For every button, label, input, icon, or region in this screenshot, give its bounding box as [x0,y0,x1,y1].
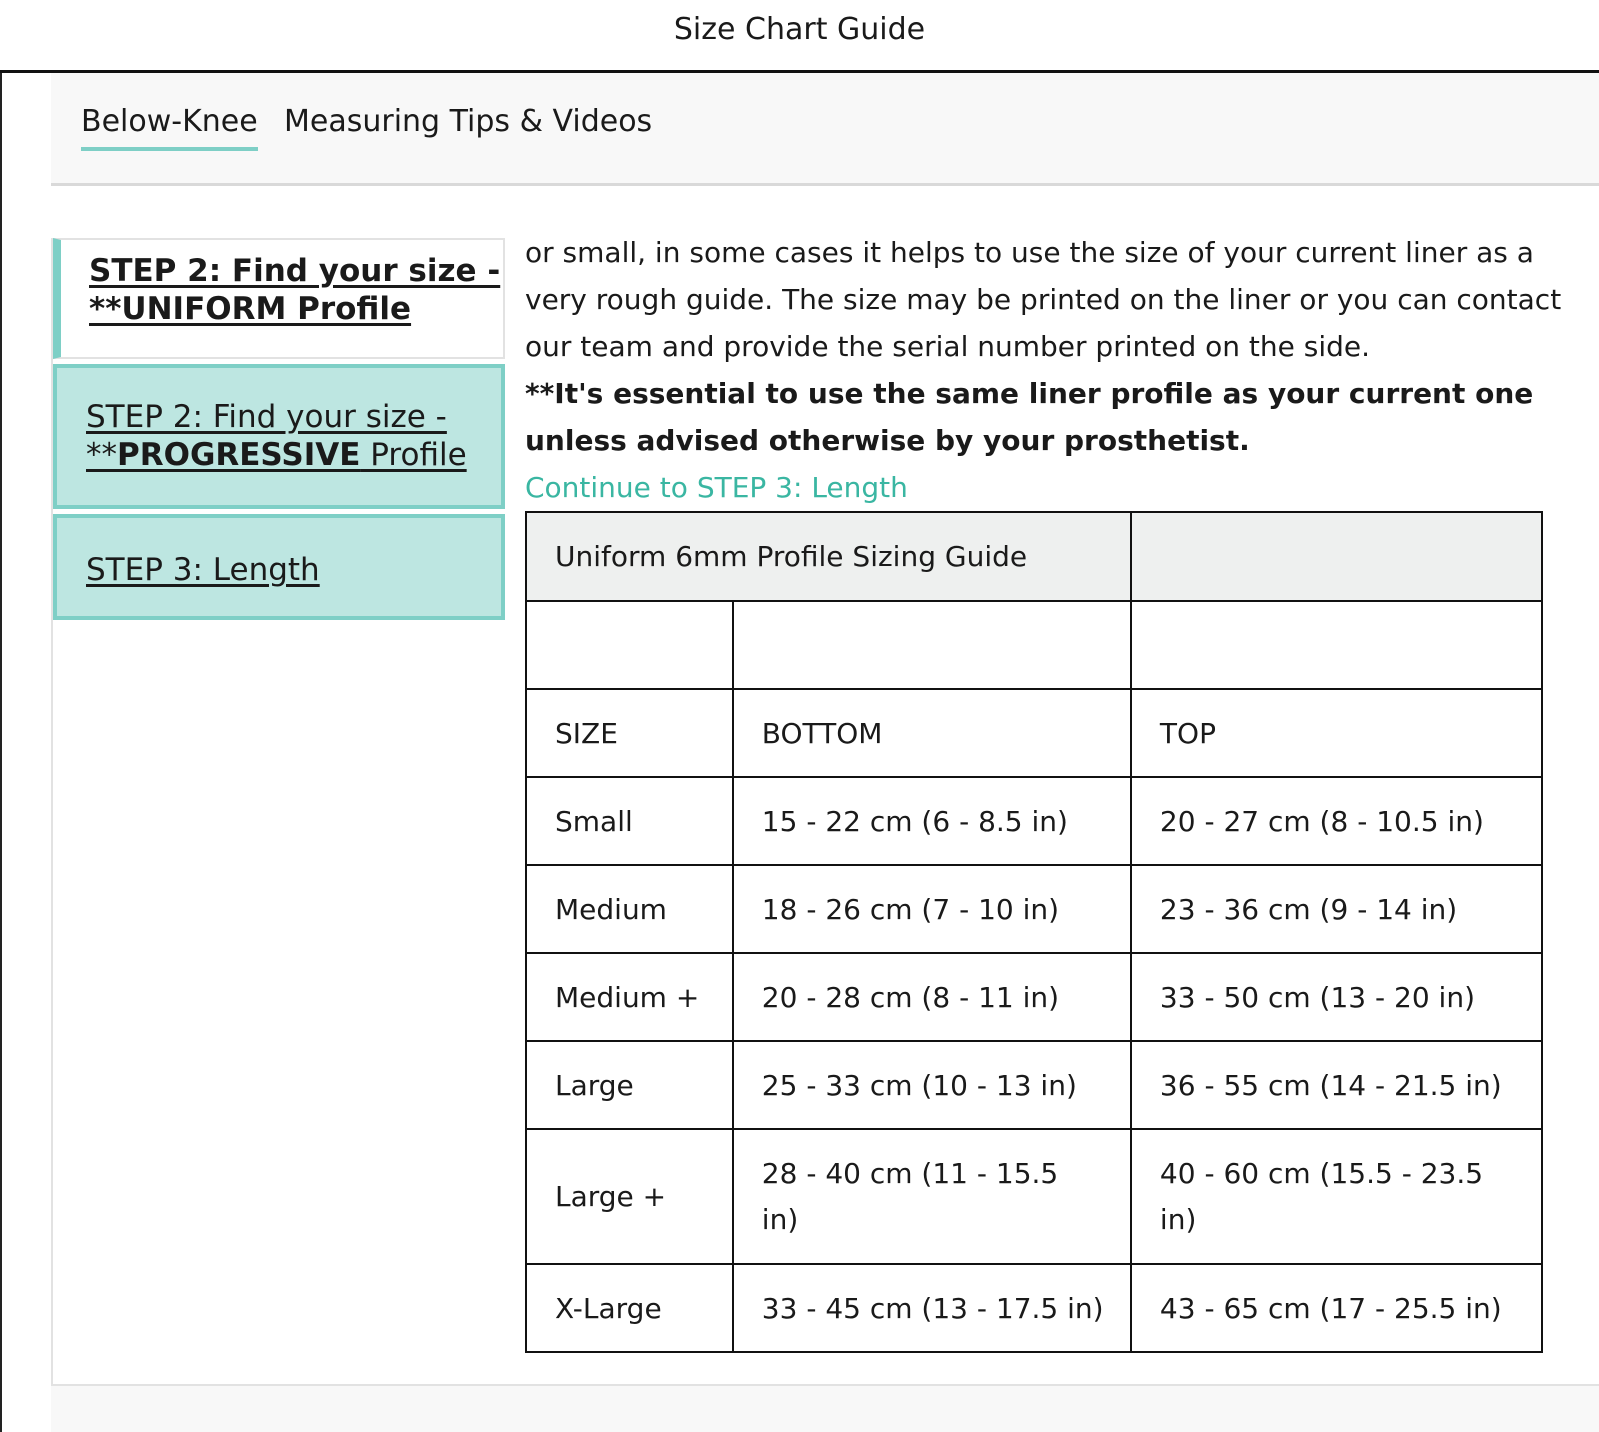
sizing-table: Uniform 6mm Profile Sizing Guide SIZE BO… [525,511,1544,1353]
step-length-link[interactable]: STEP 3: Length [86,552,320,588]
table-row: Medium + 20 - 28 cm (8 - 11 in) 33 - 50 … [525,952,1544,1042]
step-progressive-suffix: Profile [360,437,467,473]
continue-step3-link[interactable]: Continue to STEP 3: Length [525,471,908,504]
top-cell: 36 - 55 cm (14 - 21.5 in) [1129,1040,1544,1130]
bottom-cell: 15 - 22 cm (6 - 8.5 in) [731,776,1132,866]
bottom-cell: 18 - 26 cm (7 - 10 in) [731,864,1132,954]
table-cell [731,600,1132,690]
main-content: or small, in some cases it helps to use … [525,229,1575,511]
table-cell [525,600,734,690]
profile-warning: **It's essential to use the same liner p… [525,377,1534,457]
tab-bar: Below-Knee Measuring Tips & Videos [51,73,1599,186]
step-progressive-bold: PROGRESSIVE [117,437,361,473]
tab-measuring-tips-videos[interactable]: Measuring Tips & Videos [284,104,652,147]
top-cell: 23 - 36 cm (9 - 14 in) [1129,864,1544,954]
table-row: X-Large 33 - 45 cm (13 - 17.5 in) 43 - 6… [525,1263,1544,1353]
size-cell: X-Large [525,1263,734,1353]
window-title: Size Chart Guide [673,12,926,47]
header-top: TOP [1129,688,1544,778]
bottom-cell: 28 - 40 cm (11 - 15.5 in) [731,1128,1132,1265]
top-cell: 20 - 27 cm (8 - 10.5 in) [1129,776,1544,866]
size-cell: Medium + [525,952,734,1042]
bottom-cell: 25 - 33 cm (10 - 13 in) [731,1040,1132,1130]
step-length[interactable]: STEP 3: Length [53,514,505,620]
header-bottom: BOTTOM [731,688,1132,778]
table-row: Large 25 - 33 cm (10 - 13 in) 36 - 55 cm… [525,1040,1544,1130]
size-cell: Large [525,1040,734,1130]
step-uniform-profile-link[interactable]: STEP 2: Find your size - **UNIFORM Profi… [89,253,500,327]
step-progressive-profile-link[interactable]: STEP 2: Find your size - **PROGRESSIVE P… [86,399,467,473]
step-progressive-profile[interactable]: STEP 2: Find your size - **PROGRESSIVE P… [53,364,505,509]
window-left-edge [0,0,2,1432]
size-cell: Large + [525,1128,734,1265]
table-caption-empty-cell [1129,511,1544,602]
bottom-cell: 33 - 45 cm (13 - 17.5 in) [731,1263,1132,1353]
top-cell: 43 - 65 cm (17 - 25.5 in) [1129,1263,1544,1353]
table-header-row: SIZE BOTTOM TOP [525,688,1544,778]
table-row: Medium 18 - 26 cm (7 - 10 in) 23 - 36 cm… [525,864,1544,954]
tab-below-knee[interactable]: Below-Knee [81,104,258,151]
header-size: SIZE [525,688,734,778]
top-cell: 33 - 50 cm (13 - 20 in) [1129,952,1544,1042]
title-bar: Size Chart Guide [0,0,1599,73]
size-cell: Small [525,776,734,866]
size-cell: Medium [525,864,734,954]
intro-paragraph: or small, in some cases it helps to use … [525,236,1562,363]
top-cell: 40 - 60 cm (15.5 - 23.5 in) [1129,1128,1544,1265]
bottom-strip [51,1386,1599,1432]
table-row: Small 15 - 22 cm (6 - 8.5 in) 20 - 27 cm… [525,776,1544,866]
table-caption: Uniform 6mm Profile Sizing Guide [525,511,1132,602]
step-uniform-profile[interactable]: STEP 2: Find your size - **UNIFORM Profi… [53,238,505,359]
table-caption-row: Uniform 6mm Profile Sizing Guide [525,511,1544,602]
table-blank-row [525,600,1544,690]
bottom-cell: 20 - 28 cm (8 - 11 in) [731,952,1132,1042]
table-cell [1129,600,1544,690]
table-row: Large + 28 - 40 cm (11 - 15.5 in) 40 - 6… [525,1128,1544,1265]
